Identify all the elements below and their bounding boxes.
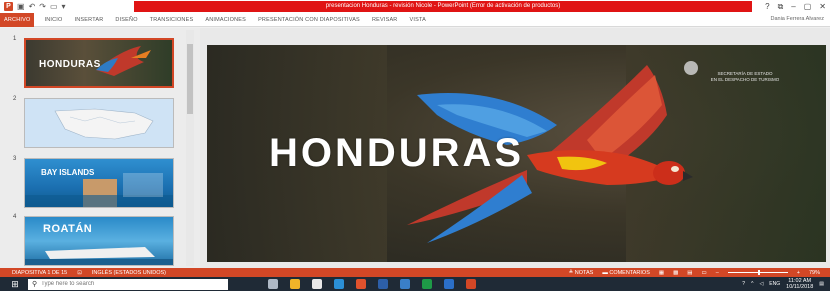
system-tray: ? ^ ◁ ENG 11:02 AM 10/11/2018 ▤ [742,277,824,291]
zoom-out-button[interactable]: – [716,270,719,276]
window-controls: ? ⧉ – ▢ ✕ [765,0,826,13]
zoom-in-button[interactable]: + [797,270,800,276]
scrollbar-thumb[interactable] [187,44,193,114]
gov-line-2: EN EL DESPACHO DE TURISMO [710,76,780,82]
powerpoint-window: P ▣ ↶ ↷ ▭ ▾ presentacion Honduras - revi… [0,0,830,291]
tab-vista[interactable]: VISTA [409,17,426,23]
language-indicator[interactable]: INGLÉS (ESTADOS UNIDOS) [92,270,166,276]
app-icon[interactable] [356,279,366,289]
comments-label: COMENTARIOS [609,269,650,276]
tab-diseno[interactable]: DISEÑO [115,17,137,23]
chevron-up-icon[interactable]: ^ [751,281,753,287]
start-from-beginning-icon[interactable]: ▭ [50,0,58,13]
slide-counter: DIAPOSITIVA 1 DE 15 [12,269,68,276]
powerpoint-taskbar-icon[interactable] [466,279,476,289]
government-seal-icon [684,61,698,75]
notification-icon[interactable]: ▤ [819,281,824,287]
word-icon[interactable] [378,279,388,289]
windows-start-icon[interactable]: ⊞ [8,277,22,291]
customize-qat-icon[interactable]: ▾ [62,0,66,13]
thumbnail-slide-4[interactable]: ROATÁN [24,216,174,266]
help-tray-icon[interactable]: ? [742,281,745,287]
tab-insertar[interactable]: INSERTAR [74,17,103,23]
ribbon-tabs: ARCHIVO INICIO INSERTAR DISEÑO TRANSICIO… [0,12,830,27]
clock[interactable]: 11:02 AM 10/11/2018 [786,278,813,290]
search-icon: ⚲ [32,281,38,288]
slide-sorter-icon[interactable]: ▩ [673,270,678,276]
zoom-level[interactable]: 79% [809,270,820,276]
undo-icon[interactable]: ↶ [29,0,36,13]
save-icon[interactable]: ▣ [17,0,25,13]
status-bar: DIAPOSITIVA 1 DE 15 ⊡ INGLÉS (ESTADOS UN… [0,268,830,277]
tab-revisar[interactable]: REVISAR [372,17,398,23]
thumbnail-title: ROATÁN [43,223,93,235]
normal-view-icon[interactable]: ▦ [659,270,664,276]
maximize-button[interactable]: ▢ [804,0,812,13]
thumbnail-number: 1 [13,36,17,42]
title-bar: P ▣ ↶ ↷ ▭ ▾ presentacion Honduras - revi… [0,0,830,13]
taskbar-search[interactable]: ⚲ [28,278,228,290]
thumbnail-title: HONDURAS [39,59,101,70]
thumbnail-title: BAY ISLANDS [41,168,95,177]
slide-title[interactable]: HONDURAS [269,131,524,176]
tab-presentacion[interactable]: PRESENTACIÓN CON DIAPOSITIVAS [258,17,360,23]
notes-label: NOTAS [574,269,594,276]
windows-taskbar: ⊞ ⚲ ? ^ ◁ ENG 11:02 AM 10/11/2018 [0,277,830,291]
search-input[interactable] [41,281,222,287]
file-explorer-icon[interactable] [290,279,300,289]
zoom-slider[interactable] [727,270,788,275]
task-view-icon[interactable] [268,279,278,289]
thumbnail-number: 2 [13,96,17,102]
map-image [54,108,154,140]
thumbnail-number: 4 [13,214,17,220]
redo-icon[interactable]: ↷ [39,0,46,13]
minimize-button[interactable]: – [791,0,795,13]
comments-button[interactable]: ▬ COMENTARIOS [602,270,650,276]
spelling-icon[interactable]: ⊡ [77,270,82,276]
ribbon-display-options-button[interactable]: ⧉ [778,0,784,13]
window-title: presentacion Honduras - revisión Nicole … [134,1,752,12]
slideshow-icon[interactable]: ▭ [702,270,707,276]
user-name[interactable]: Dania Ferrera Alvarez [771,16,825,22]
edge-icon[interactable] [334,279,344,289]
government-logo-text: SECRETARÍA DE ESTADO EN EL DESPACHO DE T… [700,71,790,82]
store-icon[interactable] [312,279,322,289]
tab-inicio[interactable]: INICIO [44,17,62,23]
language-tray[interactable]: ENG [769,281,780,287]
thumbnails-scrollbar[interactable] [186,30,194,266]
skype-icon[interactable] [444,279,454,289]
speaker-icon[interactable]: ◁ [759,281,763,287]
chrome-icon[interactable] [422,279,432,289]
quick-access-toolbar: P ▣ ↶ ↷ ▭ ▾ [0,0,66,13]
notes-button[interactable]: ≜ NOTAS [569,270,594,276]
thumbnail-number: 3 [13,156,17,162]
reading-view-icon[interactable]: ▤ [687,270,692,276]
close-button[interactable]: ✕ [819,0,826,13]
thumbnail-slide-3[interactable]: BAY ISLANDS [24,158,174,208]
tab-archivo[interactable]: ARCHIVO [0,12,35,27]
clock-date: 10/11/2018 [786,284,814,290]
slide-thumbnails-pane: 1 HONDURAS 2 3 BAY ISLANDS 4 ROATÁN [0,28,200,268]
powerpoint-logo-icon: P [4,2,13,11]
tab-animaciones[interactable]: ANIMACIONES [205,17,246,23]
thumbnail-slide-1[interactable]: HONDURAS [24,38,174,88]
islands-image [25,173,173,207]
outlook-icon[interactable] [400,279,410,289]
current-slide[interactable]: SECRETARÍA DE ESTADO EN EL DESPACHO DE T… [207,45,826,262]
help-button[interactable]: ? [765,0,769,13]
tab-transiciones[interactable]: TRANSICIONES [150,17,194,23]
taskbar-apps [268,279,476,289]
thumbnail-slide-2[interactable] [24,98,174,148]
